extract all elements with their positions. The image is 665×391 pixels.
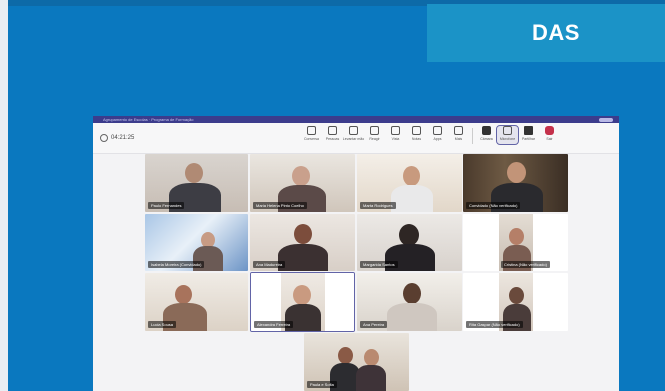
meeting-window: Agrupamento de Escolas · Programa de For… bbox=[93, 116, 619, 391]
more-icon bbox=[454, 126, 463, 135]
view-label: Vista bbox=[391, 137, 400, 141]
raise-hand-button[interactable]: Levantar mão bbox=[343, 126, 364, 144]
leave-button[interactable]: Sair bbox=[539, 126, 560, 144]
react-label: Reagir bbox=[369, 137, 380, 141]
camera-label: Câmara bbox=[480, 137, 493, 141]
participant-name: Marta Rodrigues bbox=[360, 202, 396, 209]
share-icon bbox=[524, 126, 533, 135]
participant-name: Maria Helena Pinto Coelho bbox=[253, 202, 307, 209]
more-button[interactable]: Mais bbox=[448, 126, 469, 144]
call-timer: 04:21:25 bbox=[100, 134, 134, 142]
window-title: Agrupamento de Escolas · Programa de For… bbox=[103, 117, 194, 122]
participant-tile[interactable]: Ana Pereira bbox=[357, 273, 462, 331]
people-button[interactable]: Pessoas bbox=[322, 126, 343, 144]
microphone-button[interactable]: Microfone bbox=[496, 125, 519, 145]
notes-label: Notas bbox=[411, 137, 422, 141]
participant-name: Ana Madureira bbox=[253, 261, 286, 268]
participant-tile[interactable]: Ana Madureira bbox=[250, 214, 355, 271]
leave-icon bbox=[545, 126, 554, 135]
view-button[interactable]: Vista bbox=[385, 126, 406, 144]
participant-tile[interactable]: Rita Gaspar (Não verificado) bbox=[463, 273, 568, 331]
participant-name: Rita Gaspar (Não verificado) bbox=[466, 321, 523, 328]
raise-hand-label: Levantar mão bbox=[342, 137, 365, 141]
notes-button[interactable]: Notas bbox=[406, 126, 427, 144]
participant-tile[interactable]: Isabela Moreira (Convidado) bbox=[145, 214, 248, 271]
participant-name: Margarida Santos bbox=[360, 261, 398, 268]
shield-icon bbox=[100, 134, 108, 142]
participant-name: Lucia Sousa bbox=[148, 321, 177, 328]
participant-name: Ana Pereira bbox=[360, 321, 388, 328]
participant-tile[interactable]: Paula e Sofia bbox=[304, 333, 409, 391]
apps-label: Apps bbox=[433, 137, 442, 141]
share-label: Partilhar bbox=[521, 137, 536, 141]
participant-name: Paula e Sofia bbox=[307, 381, 337, 388]
apps-icon bbox=[433, 126, 442, 135]
people-label: Pessoas bbox=[325, 137, 340, 141]
react-icon bbox=[370, 126, 379, 135]
brand-tab: DAS bbox=[427, 4, 665, 62]
window-titlebar: Agrupamento de Escolas · Programa de For… bbox=[93, 116, 619, 123]
participant-tile[interactable]: Convidado (Não verificado) bbox=[463, 154, 568, 212]
window-controls[interactable] bbox=[599, 117, 613, 122]
meeting-toolbar: 04:21:25 Conversa Pessoas Levantar mão R… bbox=[93, 123, 619, 154]
participant-name: Isabela Moreira (Convidado) bbox=[148, 261, 205, 268]
participant-tile-speaking[interactable]: Alexandra Ferreira bbox=[250, 272, 355, 332]
brand-label: DAS bbox=[532, 20, 580, 45]
view-icon bbox=[391, 126, 400, 135]
participant-tile[interactable]: Paulo Fernandes bbox=[145, 154, 248, 212]
participant-tile[interactable]: Maria Helena Pinto Coelho bbox=[250, 154, 355, 212]
notes-icon bbox=[412, 126, 421, 135]
share-button[interactable]: Partilhar bbox=[518, 126, 539, 144]
people-icon bbox=[328, 126, 337, 135]
apps-button[interactable]: Apps bbox=[427, 126, 448, 144]
participant-tile[interactable]: Margarida Santos bbox=[357, 214, 462, 271]
participant-name: Alexandra Ferreira bbox=[254, 321, 294, 328]
participant-name: Convidado (Não verificado) bbox=[466, 202, 521, 209]
participant-tile[interactable]: Cristina (Não verificado) bbox=[463, 214, 568, 271]
toolbar-buttons: Conversa Pessoas Levantar mão Reagir Vis… bbox=[301, 125, 560, 145]
microphone-icon bbox=[503, 126, 512, 135]
camera-button[interactable]: Câmara bbox=[476, 126, 497, 144]
toolbar-divider bbox=[472, 128, 473, 144]
react-button[interactable]: Reagir bbox=[364, 126, 385, 144]
left-edge bbox=[0, 0, 8, 391]
participant-tile[interactable]: Marta Rodrigues bbox=[357, 154, 462, 212]
participant-tile[interactable]: Lucia Sousa bbox=[145, 273, 248, 331]
chat-button[interactable]: Conversa bbox=[301, 126, 322, 144]
chat-label: Conversa bbox=[304, 137, 319, 141]
camera-icon bbox=[482, 126, 491, 135]
participant-name: Paulo Fernandes bbox=[148, 202, 185, 209]
microphone-label: Microfone bbox=[499, 137, 516, 141]
chat-icon bbox=[307, 126, 316, 135]
leave-label: Sair bbox=[546, 137, 553, 141]
call-timer-value: 04:21:25 bbox=[111, 135, 135, 141]
raise-hand-icon bbox=[349, 126, 358, 135]
participant-name: Cristina (Não verificado) bbox=[501, 261, 550, 268]
more-label: Mais bbox=[454, 137, 463, 141]
